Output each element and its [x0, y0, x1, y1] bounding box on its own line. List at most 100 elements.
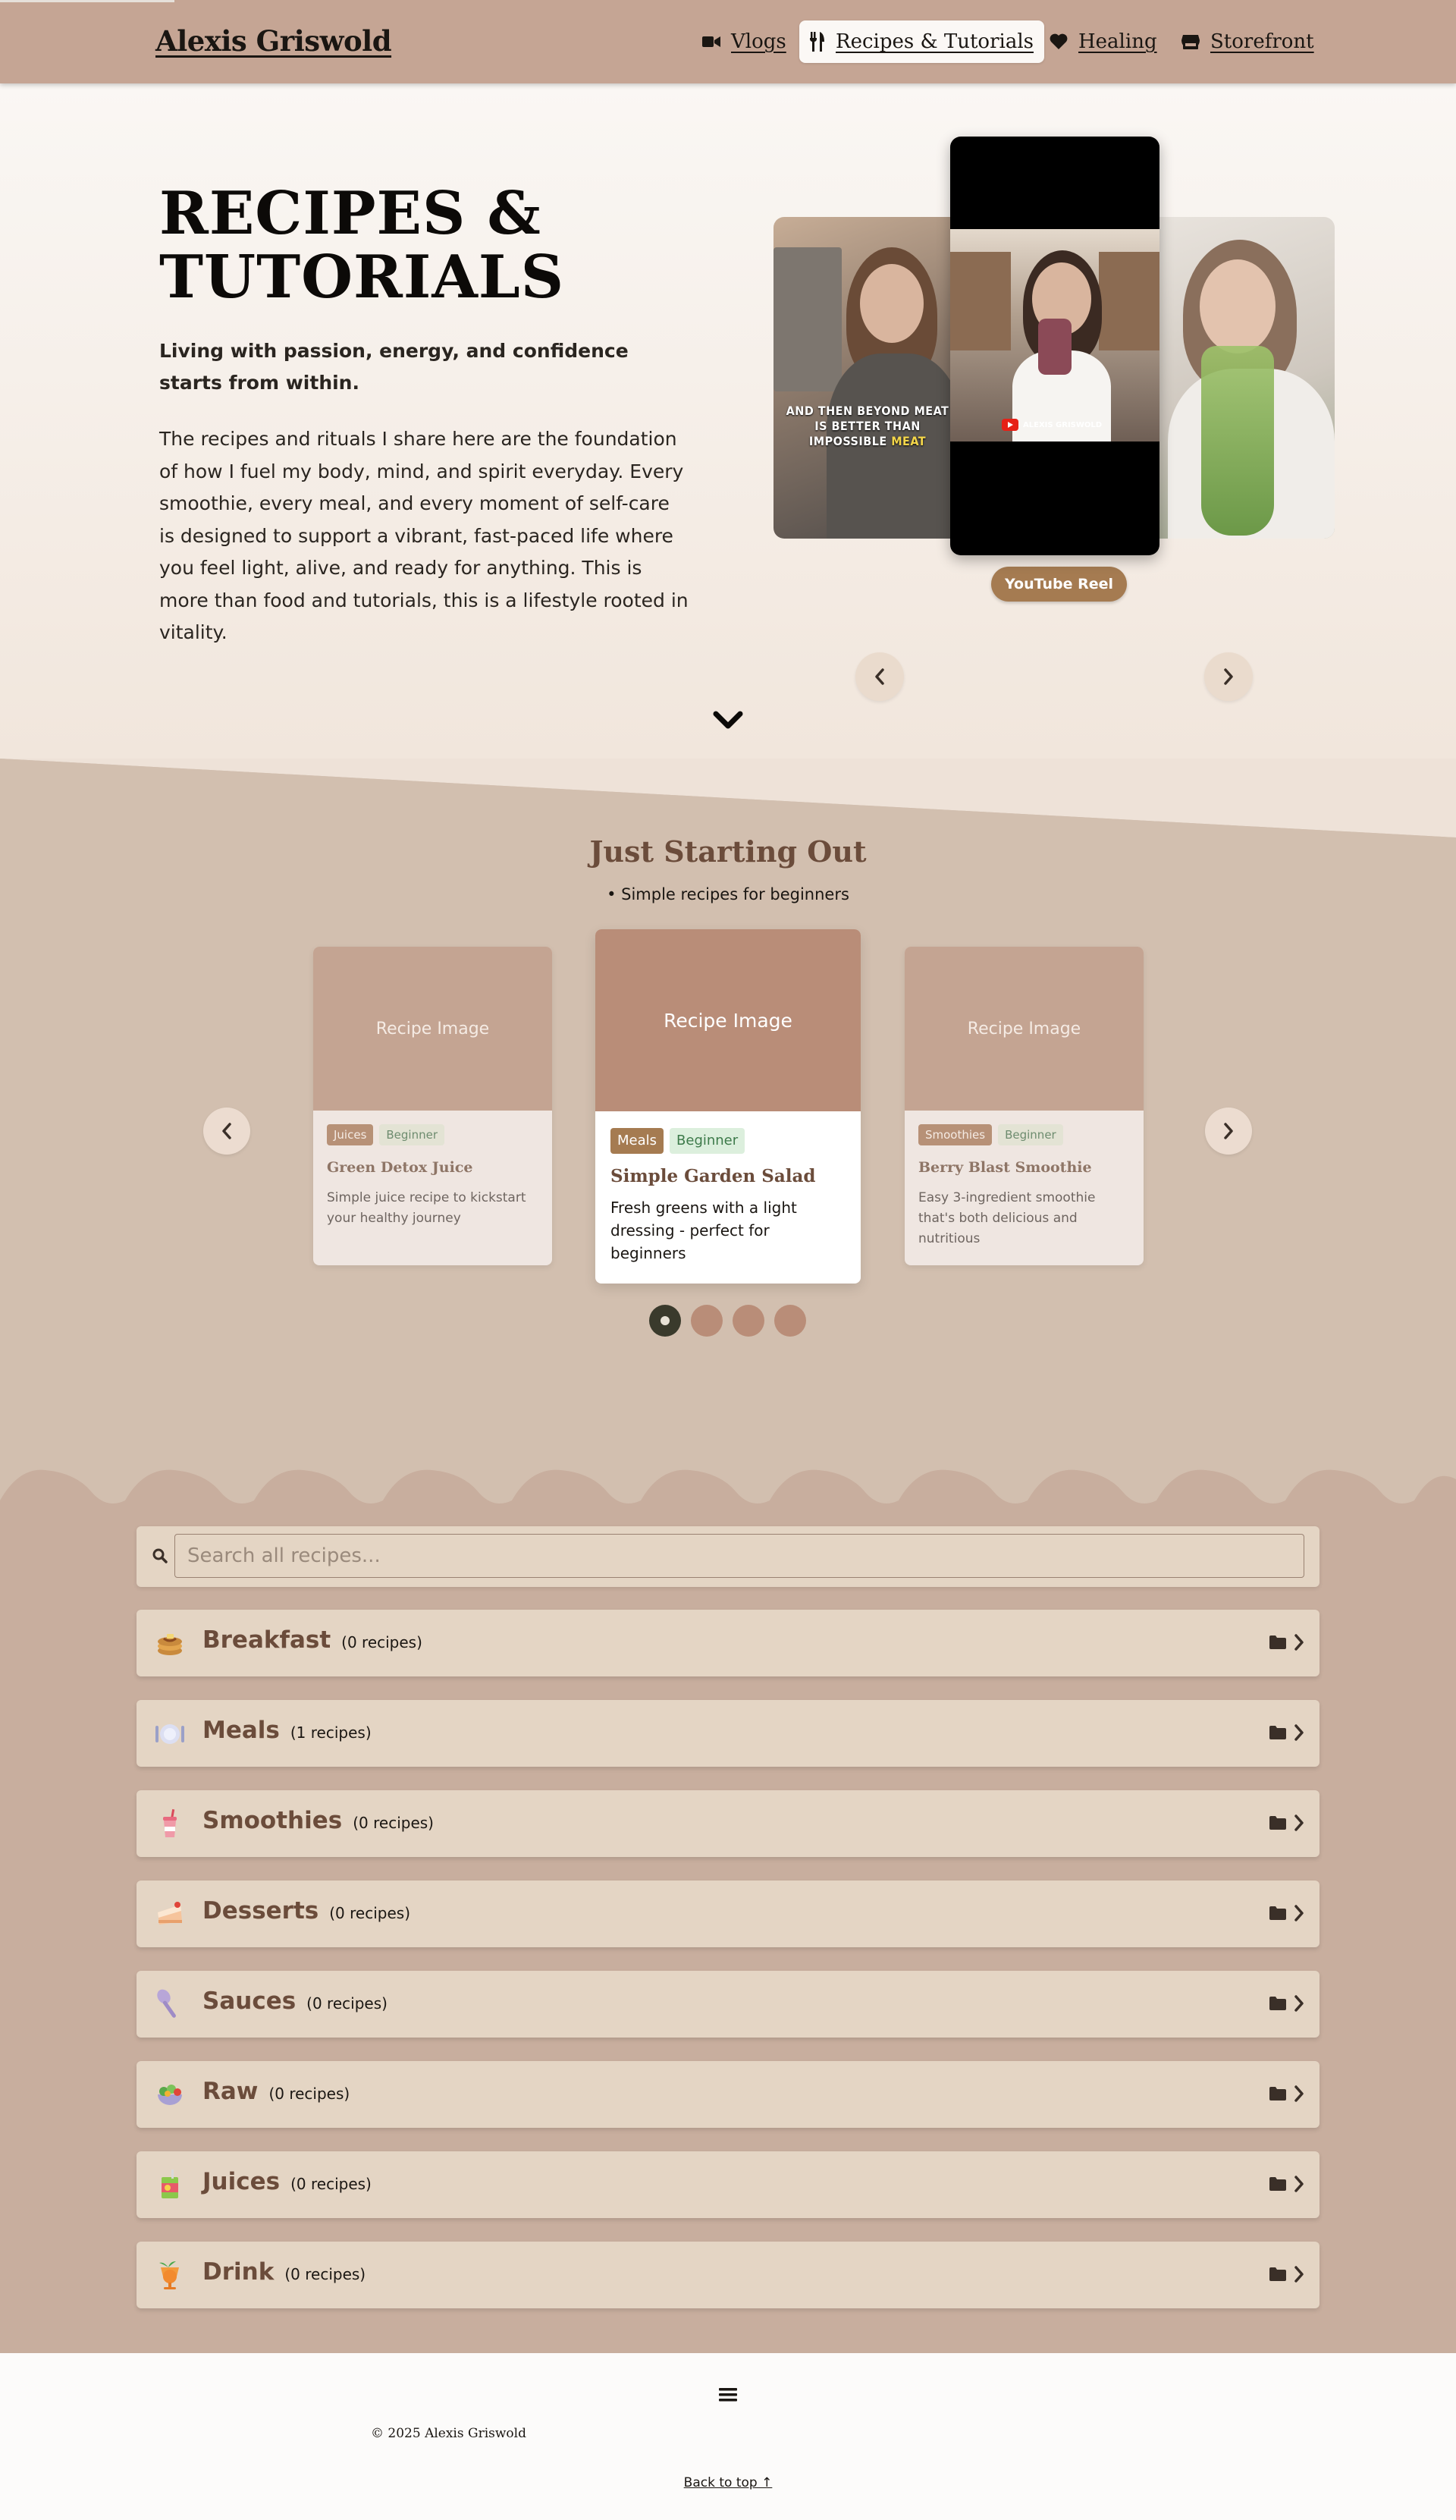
chevron-right-icon — [1294, 2266, 1304, 2283]
category-count: (0 recipes) — [268, 2085, 350, 2103]
category-name: Breakfast (0 recipes) — [202, 1626, 422, 1654]
folder-icon — [1269, 2087, 1286, 2101]
youtube-logo-icon — [1002, 419, 1018, 431]
category-row-desserts[interactable]: Desserts (0 recipes) — [136, 1881, 1320, 1947]
reel-type-badge: YouTube Reel — [991, 567, 1128, 602]
reel-watermark: ALEXIS GRISWOLD — [1002, 419, 1102, 431]
category-count: (1 recipes) — [290, 1723, 372, 1742]
recipe-description: Easy 3-ingredient smoothie that's both d… — [918, 1190, 1096, 1246]
category-row-drink[interactable]: Drink (0 recipes) — [136, 2242, 1320, 2308]
hero-body-text: The recipes and rituals I share here are… — [159, 428, 689, 643]
recipe-card[interactable]: Recipe Image Smoothies Beginner Berry Bla… — [905, 947, 1144, 1265]
scroll-down-chevron-icon[interactable] — [711, 709, 745, 731]
reel-caption: AND THEN BEYOND MEAT IS BETTER THAN IMPO… — [786, 404, 949, 448]
category-count: (0 recipes) — [284, 2265, 366, 2283]
reel-prev-button[interactable] — [855, 652, 904, 701]
folder-icon — [1269, 2267, 1286, 2281]
chevron-right-icon — [1294, 1634, 1304, 1651]
site-header: Alexis Griswold Vlogs Recipes & Tutorial… — [0, 0, 1456, 83]
folder-icon — [1269, 1906, 1286, 1920]
category-tag: Juices — [327, 1124, 374, 1145]
recipes-prev-button[interactable] — [203, 1108, 250, 1155]
category-row-juices[interactable]: Juices (0 recipes) — [136, 2151, 1320, 2218]
category-tag: Smoothies — [918, 1124, 993, 1145]
heart-icon — [1050, 33, 1068, 49]
reel-thumbnail-left[interactable]: AND THEN BEYOND MEAT IS BETTER THAN IMPO… — [774, 217, 971, 539]
carousel-dot-1[interactable] — [649, 1305, 681, 1337]
category-name: Juices (0 recipes) — [202, 2168, 372, 2195]
cake-icon — [158, 1902, 182, 1925]
recipe-description: Fresh greens with a light dressing - per… — [610, 1199, 797, 1262]
folder-icon — [1269, 1816, 1286, 1830]
recipe-card-featured[interactable]: Recipe Image Meals Beginner Simple Garden… — [595, 929, 861, 1284]
category-name: Sauces (0 recipes) — [202, 1987, 388, 2015]
category-row-raw[interactable]: Raw (0 recipes) — [136, 2061, 1320, 2128]
nav-vlogs[interactable]: Vlogs — [692, 20, 797, 63]
recipe-image-placeholder: Recipe Image — [905, 947, 1144, 1111]
reel-thumbnail-right[interactable] — [1138, 217, 1335, 539]
category-count: (0 recipes) — [329, 1904, 410, 1922]
category-tag: Meals — [610, 1128, 664, 1154]
cup-with-straw-icon — [163, 1808, 177, 1837]
folder-icon — [1269, 1997, 1286, 2010]
nav-vlogs-label: Vlogs — [731, 30, 786, 53]
folder-icon — [1269, 1635, 1286, 1649]
chevron-right-icon — [1224, 1123, 1233, 1139]
hamburger-menu-icon[interactable] — [719, 2386, 737, 2403]
level-tag: Beginner — [670, 1128, 745, 1154]
carousel-dot-4[interactable] — [774, 1305, 806, 1337]
site-footer — [0, 2353, 1456, 2520]
juice-box-icon — [162, 2170, 178, 2198]
chevron-right-icon — [1224, 668, 1233, 685]
category-name: Meals (1 recipes) — [202, 1717, 372, 1744]
brand-logo-link[interactable]: Alexis Griswold — [155, 24, 392, 58]
beginner-section-subtitle: • Simple recipes for beginners — [607, 885, 849, 903]
level-tag: Beginner — [998, 1124, 1063, 1145]
nav-healing[interactable]: Healing — [1039, 20, 1168, 63]
category-row-sauces[interactable]: Sauces (0 recipes) — [136, 1971, 1320, 2038]
chevron-right-icon — [1294, 1905, 1304, 1921]
chevron-right-icon — [1294, 1815, 1304, 1831]
recipe-name: Berry Blast Smoothie — [918, 1159, 1092, 1176]
level-tag: Beginner — [379, 1124, 445, 1145]
recipe-name: Green Detox Juice — [327, 1159, 473, 1176]
plate-icon — [155, 1724, 184, 1744]
page-title: RECIPES & TUTORIALS — [159, 179, 565, 312]
chevron-left-icon — [875, 668, 884, 685]
nav-healing-label: Healing — [1078, 30, 1157, 53]
nav-storefront[interactable]: Storefront — [1171, 20, 1325, 63]
recipe-card[interactable]: Recipe Image Juices Beginner Green Detox … — [313, 947, 552, 1265]
reel-next-button[interactable] — [1204, 652, 1253, 701]
back-to-top-link[interactable]: Back to top ↑ — [0, 2475, 1456, 2490]
store-icon — [1181, 35, 1200, 49]
category-name: Drink (0 recipes) — [202, 2258, 366, 2286]
recipe-search-bar — [136, 1526, 1320, 1587]
category-row-breakfast[interactable]: Breakfast (0 recipes) — [136, 1610, 1320, 1676]
category-row-meals[interactable]: Meals (1 recipes) — [136, 1700, 1320, 1767]
category-count: (0 recipes) — [306, 1994, 388, 2013]
recipe-image-placeholder: Recipe Image — [595, 929, 861, 1111]
search-input[interactable] — [174, 1534, 1304, 1578]
category-count: (0 recipes) — [290, 2175, 372, 2193]
folder-icon — [1269, 2177, 1286, 2191]
video-camera-icon — [702, 36, 720, 47]
category-count: (0 recipes) — [341, 1633, 422, 1651]
footer-copyright: © 2025 Alexis Griswold — [371, 2426, 526, 2441]
hero-lead-text: Living with passion, energy, and confide… — [159, 340, 629, 394]
recipes-next-button[interactable] — [1205, 1108, 1252, 1155]
recipe-name: Simple Garden Salad — [610, 1166, 816, 1186]
chevron-left-icon — [222, 1123, 231, 1139]
chevron-right-icon — [1294, 1995, 1304, 2012]
chevron-right-icon — [1294, 2176, 1304, 2192]
folder-icon — [1269, 1726, 1286, 1739]
beginner-section-title: Just Starting Out — [589, 834, 867, 869]
carousel-dot-3[interactable] — [733, 1305, 764, 1337]
nav-recipes-tutorials[interactable]: Recipes & Tutorials — [799, 20, 1044, 63]
category-row-smoothies[interactable]: Smoothies (0 recipes) — [136, 1790, 1320, 1857]
category-count: (0 recipes) — [353, 1814, 434, 1832]
carousel-dot-2[interactable] — [691, 1305, 723, 1337]
reel-player-active[interactable]: ALEXIS GRISWOLD — [950, 137, 1159, 555]
category-name: Desserts (0 recipes) — [202, 1897, 410, 1925]
nav-storefront-label: Storefront — [1210, 30, 1314, 53]
wave-divider — [0, 1456, 1456, 1517]
